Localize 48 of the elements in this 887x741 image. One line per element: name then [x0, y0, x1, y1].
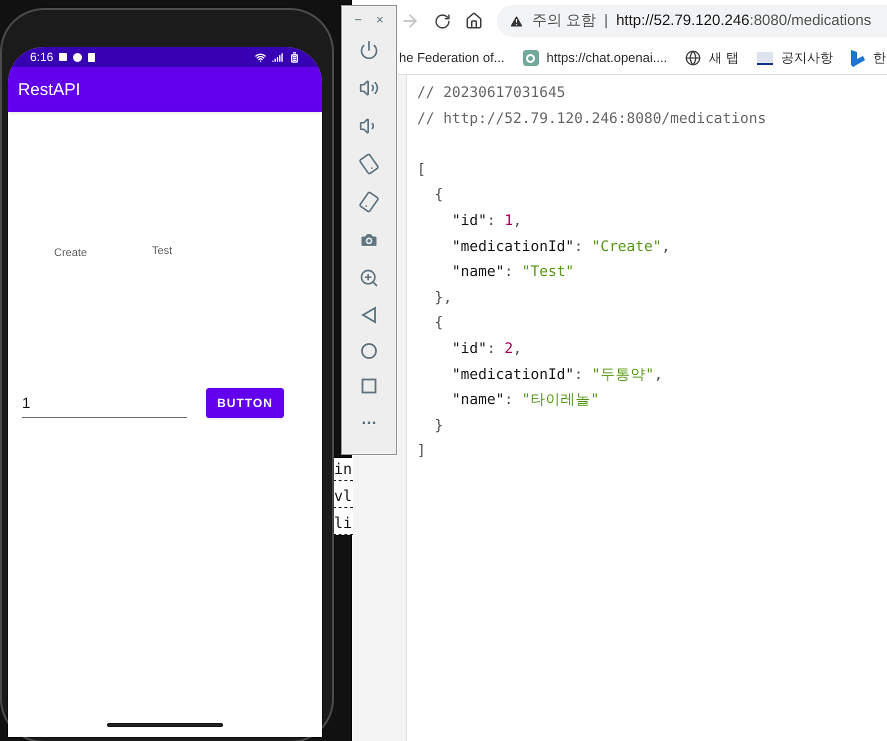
- more-button[interactable]: …: [361, 412, 377, 428]
- url-text: http://52.79.120.246:8080/medications: [616, 10, 872, 31]
- json-line: }: [433, 416, 444, 436]
- home-circle-button[interactable]: [360, 342, 378, 360]
- bookmark-item[interactable]: https://chat.openai....: [522, 48, 668, 68]
- json-line: ]: [417, 442, 427, 462]
- json-line: "name": "타이레놀": [450, 391, 600, 410]
- json-line: "name": "Test": [450, 263, 576, 282]
- overview-button[interactable]: [361, 378, 377, 394]
- json-comment: // http://52.79.120.246:8080/medications: [417, 110, 766, 129]
- battery-icon: [289, 52, 300, 62]
- submit-button[interactable]: BUTTON: [206, 388, 284, 418]
- json-line: },: [433, 288, 453, 308]
- reload-button[interactable]: [434, 12, 451, 30]
- json-line: {: [433, 186, 444, 206]
- minimize-button[interactable]: −: [354, 10, 362, 30]
- bookmark-item[interactable]: 새 탭: [685, 48, 739, 68]
- home-button[interactable]: [465, 12, 483, 30]
- app-title: RestAPI: [18, 78, 80, 101]
- chat-logo-icon: [522, 50, 539, 66]
- json-line: {: [433, 314, 444, 334]
- address-bar[interactable]: 주의 요함 | http://52.79.120.246:8080/medications: [497, 5, 887, 37]
- volume-up-button[interactable]: [359, 78, 379, 98]
- separator-text: |: [604, 10, 608, 31]
- security-warning: 주의 요함: [532, 10, 596, 31]
- bookmark-item[interactable]: he Federation of...: [399, 48, 505, 68]
- input-field[interactable]: 1: [22, 390, 187, 418]
- json-line: "id": 2,: [450, 340, 523, 359]
- ku-logo-icon: [756, 52, 773, 64]
- json-line: "id": 1,: [450, 212, 523, 231]
- status-time: 6:16: [30, 49, 54, 66]
- json-line: "medicationId": "Create",: [450, 238, 672, 257]
- close-button[interactable]: ×: [376, 10, 384, 30]
- bookmark-item[interactable]: 공지사항: [756, 48, 833, 68]
- json-line: [: [417, 160, 427, 180]
- medication-id-text: Create: [54, 246, 88, 261]
- signal-icon: [272, 52, 283, 62]
- globe-icon: [685, 50, 702, 66]
- warning-icon: [509, 14, 524, 28]
- bookmark-logo-icon: [850, 50, 865, 66]
- power-button[interactable]: [359, 40, 379, 60]
- medication-name-text: Test: [152, 244, 172, 259]
- wifi-icon: [255, 52, 266, 62]
- json-line: "medicationId": "두통약",: [450, 366, 664, 385]
- bookmark-item[interactable]: 한: [850, 48, 886, 68]
- back-button[interactable]: [361, 306, 377, 324]
- zoom-button[interactable]: [359, 268, 379, 288]
- json-comment: // 20230617031645: [417, 84, 566, 103]
